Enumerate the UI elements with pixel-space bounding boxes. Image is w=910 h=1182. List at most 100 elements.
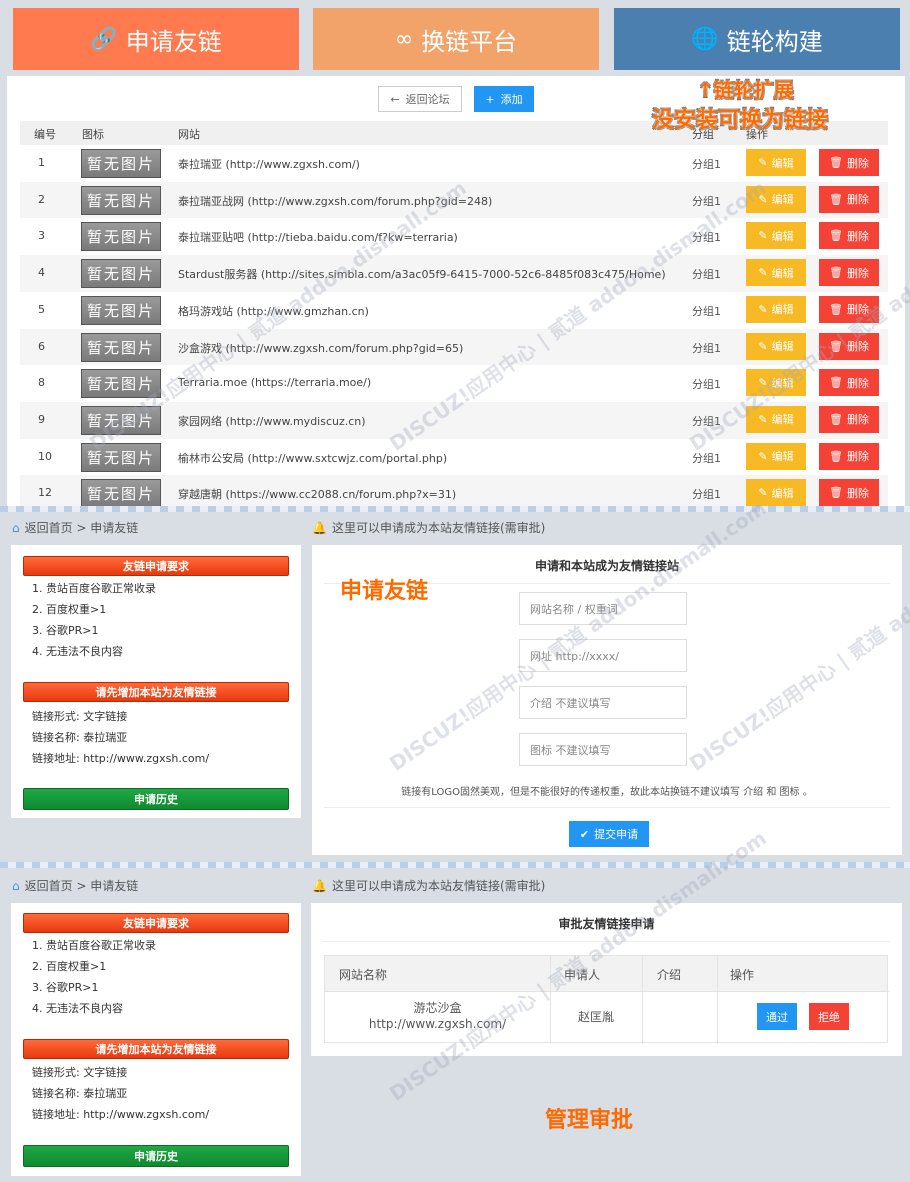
table-row: 5 暂无图片 格玛游戏站 (http://www.gmzhan.cn) 分组1 ✎ 编辑 🗑… [20, 291, 888, 329]
site-link[interactable]: 泰拉瑞亚 (http://www.zgxsh.com/) [178, 156, 360, 172]
notice: 🔔 这里可以申请成为本站友情链接(需审批) [312, 877, 545, 894]
icon-input[interactable]: 图标 不建议填写 [519, 733, 687, 766]
delete-button[interactable]: 🗑 删除 [819, 405, 879, 433]
tab-exchange-platform[interactable]: ∞ 换链平台 [313, 8, 599, 70]
tab-apply-link[interactable]: 🔗 申请友链 [13, 8, 299, 70]
edit-button[interactable]: ✎ 编辑 [746, 332, 806, 360]
edit-button[interactable]: ✎ 编辑 [746, 295, 806, 323]
table-row: 3 暂无图片 泰拉瑞亚贴吧 (http://tieba.baidu.com/f?kw… [20, 218, 888, 256]
approval-box: 审批友情链接申请 网站名称 申请人 介绍 操作 游芯沙盒 http://www.… [311, 903, 902, 1056]
breadcrumb[interactable]: ⌂ 返回首页 > 申请友链 [12, 877, 138, 894]
no-image-placeholder: 暂无图片 [81, 295, 161, 325]
header-action: 操作 [730, 968, 755, 982]
table-row: 2 暂无图片 泰拉瑞亚战网 (http://www.zgxsh.com/forum.… [20, 181, 888, 219]
submit-label: 提交申请 [594, 828, 639, 841]
row-number: 10 [38, 449, 52, 463]
group-label: 分组1 [692, 488, 721, 502]
delete-button[interactable]: 🗑 删除 [819, 332, 879, 360]
edit-button[interactable]: ✎ 编辑 [746, 479, 806, 507]
delete-label: 删除 [846, 229, 869, 243]
pencil-icon: ✎ [758, 192, 768, 206]
edit-button[interactable]: ✎ 编辑 [746, 369, 806, 397]
requirement-item: 2. 百度权重>1 [32, 960, 107, 973]
add-button[interactable]: + 添加 [474, 86, 534, 112]
edit-label: 编辑 [771, 193, 794, 207]
submit-button[interactable]: ✔ 提交申请 [569, 821, 649, 847]
site-link[interactable]: Stardust服务器 (http://sites.simbla.com/a3a… [178, 266, 666, 282]
site-link[interactable]: 穿越唐朝 (https://www.cc2088.cn/forum.php?x=… [178, 486, 456, 502]
edit-button[interactable]: ✎ 编辑 [746, 405, 806, 433]
requirement-item: 4. 无违法不良内容 [32, 645, 123, 658]
notice-text: 这里可以申请成为本站友情链接(需审批) [331, 521, 546, 535]
column-line [550, 956, 551, 1044]
header-site: 网站名称 [339, 968, 388, 982]
delete-button[interactable]: 🗑 删除 [819, 185, 879, 213]
edit-button[interactable]: ✎ 编辑 [746, 149, 806, 176]
breadcrumb[interactable]: ⌂ 返回首页 > 申请友链 [12, 519, 138, 536]
trash-icon: 🗑 [829, 449, 843, 463]
edit-button[interactable]: ✎ 编辑 [746, 442, 806, 470]
row-number: 4 [38, 266, 45, 280]
site-link[interactable]: 格玛游戏站 (http://www.gmzhan.cn) [178, 303, 369, 319]
group-label: 分组1 [692, 158, 721, 171]
site-link[interactable]: 家园网络 (http://www.mydiscuz.cn) [178, 413, 366, 429]
apply-form-box: 申请和本站成为友情链接站 申请友链 网站名称 / 权重词 网址 http://x… [312, 545, 902, 855]
edit-button[interactable]: ✎ 编辑 [746, 185, 806, 213]
edit-button[interactable]: ✎ 编辑 [746, 259, 806, 287]
delete-label: 删除 [846, 486, 869, 500]
approve-button[interactable]: 通过 [757, 1003, 797, 1030]
delete-button[interactable]: 🗑 删除 [819, 442, 879, 470]
home-icon: ⌂ [12, 878, 20, 893]
edit-label: 编辑 [771, 229, 794, 243]
delete-button[interactable]: 🗑 删除 [819, 149, 879, 176]
delete-button[interactable]: 🗑 删除 [819, 479, 879, 507]
delete-button[interactable]: 🗑 删除 [819, 222, 879, 250]
row-number: 2 [38, 192, 45, 206]
no-image-placeholder: 暂无图片 [81, 442, 161, 472]
history-button[interactable]: 申请历史 [23, 788, 289, 810]
intro-input[interactable]: 介绍 不建议填写 [519, 686, 687, 719]
no-image-placeholder: 暂无图片 [81, 222, 161, 252]
pencil-icon: ✎ [758, 266, 768, 280]
delete-label: 删除 [846, 266, 869, 280]
back-to-forum-button[interactable]: ← 返回论坛 [378, 86, 462, 112]
home-icon: ⌂ [12, 520, 20, 535]
divider [324, 807, 890, 808]
group-label: 分组1 [692, 451, 721, 465]
add-label: 添加 [500, 93, 523, 106]
delete-button[interactable]: 🗑 删除 [819, 369, 879, 397]
pencil-icon: ✎ [758, 376, 768, 390]
bell-icon: 🔔 [312, 520, 327, 535]
no-image-placeholder: 暂无图片 [81, 405, 161, 435]
site-link[interactable]: 沙盒游戏 (http://www.zgxsh.com/forum.php?gid… [178, 340, 463, 356]
group-label: 分组1 [692, 341, 721, 355]
trash-icon: 🗑 [829, 156, 843, 169]
breadcrumb-text: 返回首页 > 申请友链 [24, 521, 139, 535]
tab-label: 换链平台 [421, 27, 518, 56]
edit-label: 编辑 [771, 156, 794, 170]
site-link[interactable]: 泰拉瑞亚战网 (http://www.zgxsh.com/forum.php?g… [178, 193, 492, 209]
site-name-input[interactable]: 网站名称 / 权重词 [519, 592, 687, 625]
site-url-input[interactable]: 网址 http://xxxx/ [519, 639, 687, 672]
site-link[interactable]: 榆林市公安局 (http://www.sxtcwjz.com/portal.ph… [178, 450, 447, 466]
pencil-icon: ✎ [758, 486, 768, 500]
requirements-title: 友链申请要求 [23, 913, 289, 933]
table-row: 10 暂无图片 榆林市公安局 (http://www.sxtcwjz.com/por… [20, 438, 888, 476]
manage-approval-label: 管理审批 [545, 1108, 634, 1133]
edit-button[interactable]: ✎ 编辑 [746, 222, 806, 250]
requirement-item: 1. 贵站百度谷歌正常收录 [32, 939, 156, 952]
reject-button[interactable]: 拒绝 [809, 1003, 849, 1030]
tab-link-wheel[interactable]: 🌐 链轮构建 [614, 8, 900, 70]
edit-label: 编辑 [771, 340, 794, 353]
site-link[interactable]: Terraria.moe (https://terraria.moe/) [178, 376, 371, 389]
delete-label: 删除 [846, 303, 869, 317]
edit-label: 编辑 [771, 303, 794, 317]
pencil-icon: ✎ [758, 229, 768, 243]
history-button[interactable]: 申请历史 [23, 1145, 289, 1167]
column-line [642, 956, 643, 1044]
delete-button[interactable]: 🗑 删除 [819, 295, 879, 323]
delete-label: 删除 [846, 193, 869, 207]
site-link[interactable]: 泰拉瑞亚贴吧 (http://tieba.baidu.com/f?kw=terr… [178, 229, 458, 245]
delete-button[interactable]: 🗑 删除 [819, 259, 879, 287]
tab-label: 申请友链 [125, 27, 222, 56]
